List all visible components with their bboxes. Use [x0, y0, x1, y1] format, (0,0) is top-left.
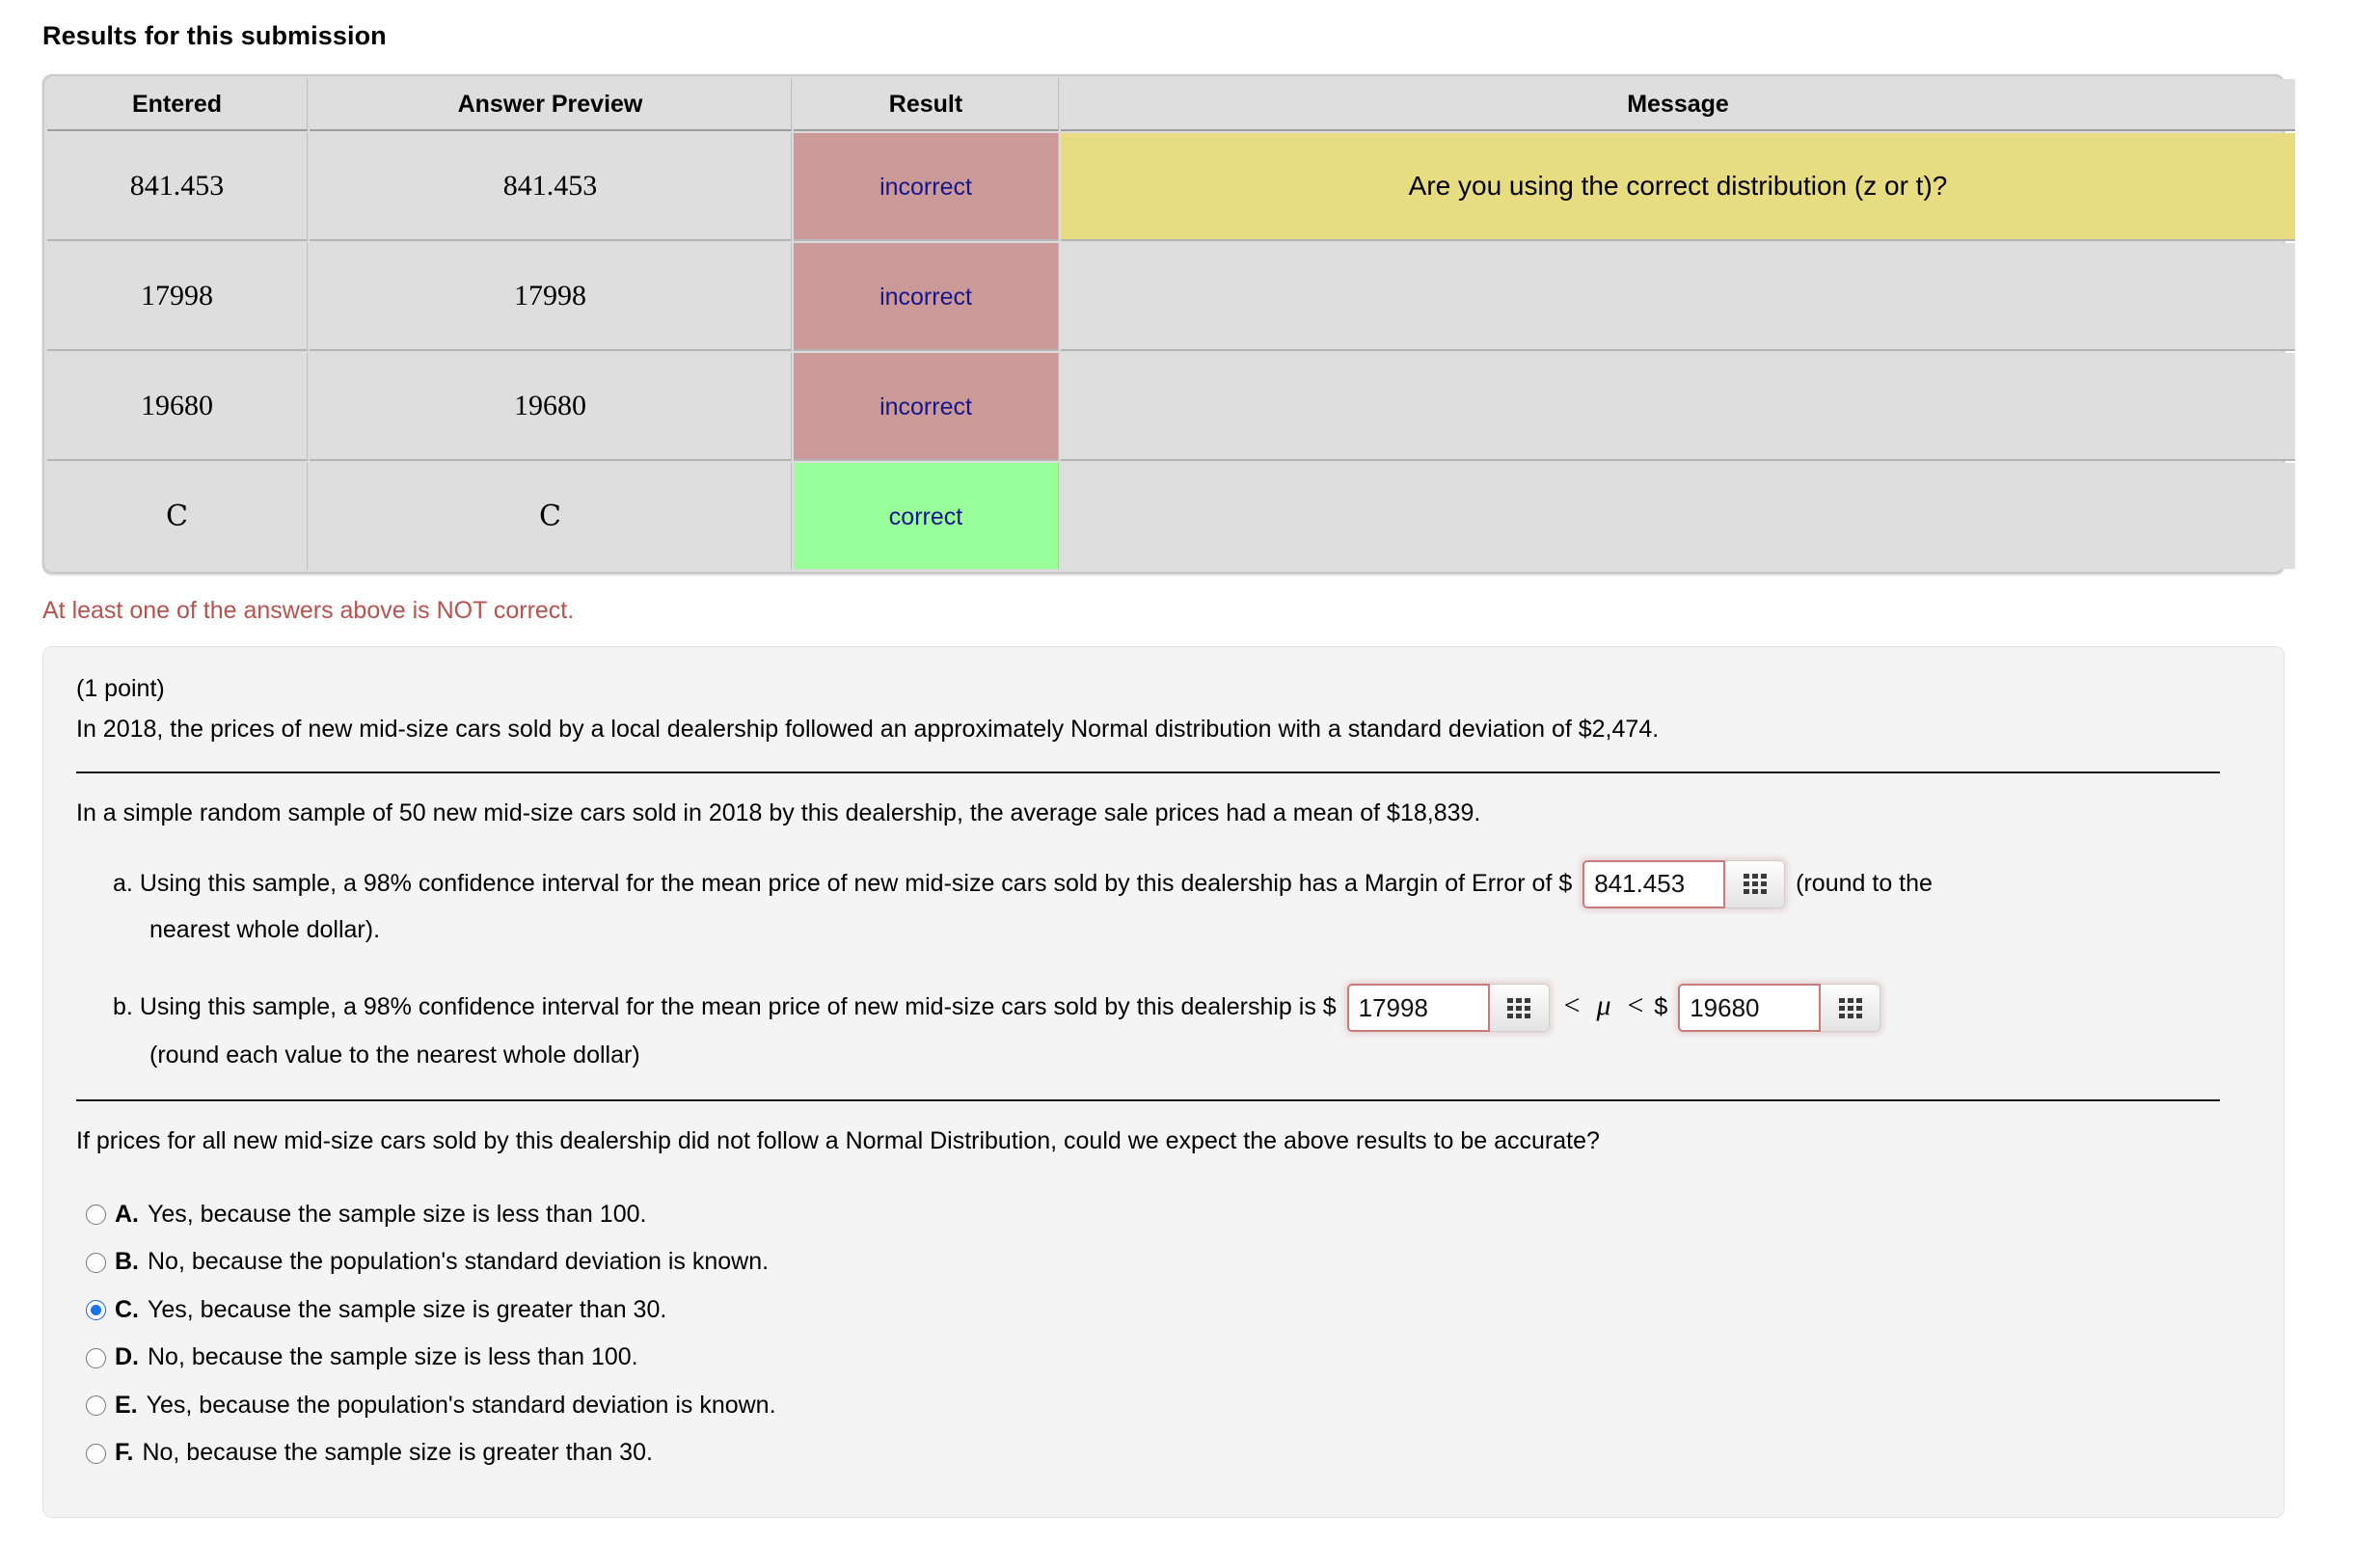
- problem-panel: (1 point) In 2018, the prices of new mid…: [42, 646, 2285, 1518]
- results-table-container: Entered Answer Preview Result Message 84…: [42, 74, 2295, 574]
- option-c[interactable]: C. Yes, because the sample size is great…: [86, 1293, 2251, 1328]
- status-badge: incorrect: [794, 243, 1059, 351]
- result-text: incorrect: [879, 174, 972, 201]
- entered-value: 841.453: [129, 170, 225, 202]
- status-badge: incorrect: [794, 133, 1059, 241]
- part-b-text: Using this sample, a 98% confidence inte…: [139, 992, 1337, 1020]
- option-d-label: No, because the sample size is less than…: [148, 1343, 638, 1371]
- option-e-label: Yes, because the population's standard d…: [146, 1391, 776, 1419]
- radio-b[interactable]: [86, 1252, 106, 1273]
- cell-answer-preview: C: [310, 463, 792, 569]
- part-a-text-after: (round to the: [1796, 869, 1933, 897]
- entered-value: 17998: [141, 280, 213, 311]
- part-a-answer-widget: [1582, 859, 1786, 908]
- option-a-letter: A.: [115, 1200, 139, 1228]
- radio-e[interactable]: [86, 1395, 106, 1417]
- cell-entered: 17998: [47, 243, 308, 351]
- divider: [76, 772, 2220, 773]
- entered-value: 19680: [141, 390, 213, 421]
- options-group: A. Yes, because the sample size is less …: [86, 1198, 2251, 1471]
- keypad-icon-button-b-lower[interactable]: [1489, 984, 1550, 1033]
- page-title: Results for this submission: [42, 21, 387, 50]
- option-a[interactable]: A. Yes, because the sample size is less …: [86, 1198, 2251, 1232]
- result-text: correct: [888, 503, 963, 530]
- answer-preview-value: 841.453: [502, 170, 598, 202]
- column-header-message: Message: [1061, 79, 2295, 131]
- option-e[interactable]: E. Yes, because the population's standar…: [86, 1389, 2251, 1423]
- table-header-row: Entered Answer Preview Result Message: [47, 79, 2295, 131]
- option-c-letter: C.: [115, 1295, 139, 1323]
- part-a-input[interactable]: [1582, 859, 1726, 908]
- cell-entered: 19680: [47, 353, 308, 461]
- cell-message: [1061, 353, 2295, 461]
- points-label: (1 point): [76, 675, 165, 702]
- mu-symbol: μ: [1596, 988, 1611, 1021]
- part-b-lower-answer-widget: [1346, 984, 1550, 1033]
- radio-a[interactable]: [86, 1205, 106, 1226]
- part-a: a. Using this sample, a 98% confidence i…: [113, 859, 2251, 949]
- option-b[interactable]: B. No, because the population's standard…: [86, 1245, 2251, 1280]
- cell-entered: 841.453: [47, 133, 308, 241]
- column-header-answer-preview: Answer Preview: [310, 79, 792, 131]
- part-b-lower-input[interactable]: [1346, 984, 1490, 1033]
- results-table: Entered Answer Preview Result Message 84…: [45, 77, 2297, 571]
- grid-3x3-icon: [1743, 874, 1767, 895]
- problem-intro: In 2018, the prices of new mid-size cars…: [76, 715, 1660, 743]
- result-text: incorrect: [879, 284, 972, 311]
- answer-preview-value: C: [539, 499, 561, 533]
- cell-message: [1061, 243, 2295, 351]
- part-b-upper-input[interactable]: [1678, 984, 1822, 1033]
- part-b: b. Using this sample, a 98% confidence i…: [113, 978, 2251, 1075]
- sample-statement: In a simple random sample of 50 new mid-…: [76, 799, 1481, 826]
- option-f[interactable]: F. No, because the sample size is greate…: [86, 1436, 2251, 1471]
- option-c-label: Yes, because the sample size is greater …: [148, 1295, 667, 1323]
- cell-message: [1061, 463, 2295, 569]
- option-d-letter: D.: [115, 1343, 139, 1371]
- option-f-letter: F.: [115, 1439, 134, 1467]
- cell-message: Are you using the correct distribution (…: [1061, 133, 2295, 241]
- table-row: 19680 19680 incorrect: [47, 353, 2295, 461]
- less-than-symbol-1: <: [1563, 988, 1581, 1021]
- option-b-label: No, because the population's standard de…: [148, 1248, 770, 1276]
- column-header-entered: Entered: [47, 79, 308, 131]
- option-b-letter: B.: [115, 1248, 139, 1276]
- part-a-text: Using this sample, a 98% confidence inte…: [139, 869, 1573, 897]
- cell-entered: C: [47, 463, 308, 569]
- status-badge: correct: [794, 463, 1059, 569]
- dollar-sign: $: [1654, 992, 1668, 1020]
- part-b-second-line: (round each value to the nearest whole d…: [149, 1042, 640, 1069]
- status-badge: incorrect: [794, 353, 1059, 461]
- part-a-label: a.: [113, 869, 133, 897]
- keypad-icon-button-b-upper[interactable]: [1821, 984, 1881, 1033]
- incorrect-notice: At least one of the answers above is NOT…: [42, 597, 575, 624]
- part-b-upper-answer-widget: [1678, 984, 1881, 1033]
- option-f-label: No, because the sample size is greater t…: [142, 1439, 653, 1467]
- answer-preview-value: 17998: [514, 280, 586, 311]
- less-than-symbol-2: <: [1627, 988, 1644, 1021]
- cell-answer-preview: 19680: [310, 353, 792, 461]
- part-a-second-line: nearest whole dollar).: [149, 915, 381, 943]
- question-text: If prices for all new mid-size cars sold…: [76, 1127, 1600, 1155]
- result-text: incorrect: [879, 393, 972, 420]
- radio-d[interactable]: [86, 1347, 106, 1368]
- table-row: 17998 17998 incorrect: [47, 243, 2295, 351]
- entered-value: C: [166, 499, 188, 533]
- keypad-icon-button-a[interactable]: [1725, 859, 1786, 908]
- column-header-result: Result: [794, 79, 1059, 131]
- table-row: C C correct: [47, 463, 2295, 569]
- radio-f[interactable]: [86, 1443, 106, 1464]
- table-row: 841.453 841.453 incorrect Are you using …: [47, 133, 2295, 241]
- radio-c[interactable]: [86, 1300, 106, 1321]
- part-b-label: b.: [113, 992, 133, 1020]
- cell-answer-preview: 17998: [310, 243, 792, 351]
- page-root: Results for this submission Entered Answ…: [0, 0, 2380, 1518]
- cell-answer-preview: 841.453: [310, 133, 792, 241]
- grid-3x3-icon: [1838, 997, 1862, 1018]
- option-d[interactable]: D. No, because the sample size is less t…: [86, 1340, 2251, 1375]
- grid-3x3-icon: [1507, 997, 1531, 1018]
- answer-preview-value: 19680: [514, 390, 586, 421]
- option-e-letter: E.: [115, 1391, 138, 1419]
- divider-2: [76, 1099, 2220, 1102]
- option-a-label: Yes, because the sample size is less tha…: [148, 1200, 647, 1228]
